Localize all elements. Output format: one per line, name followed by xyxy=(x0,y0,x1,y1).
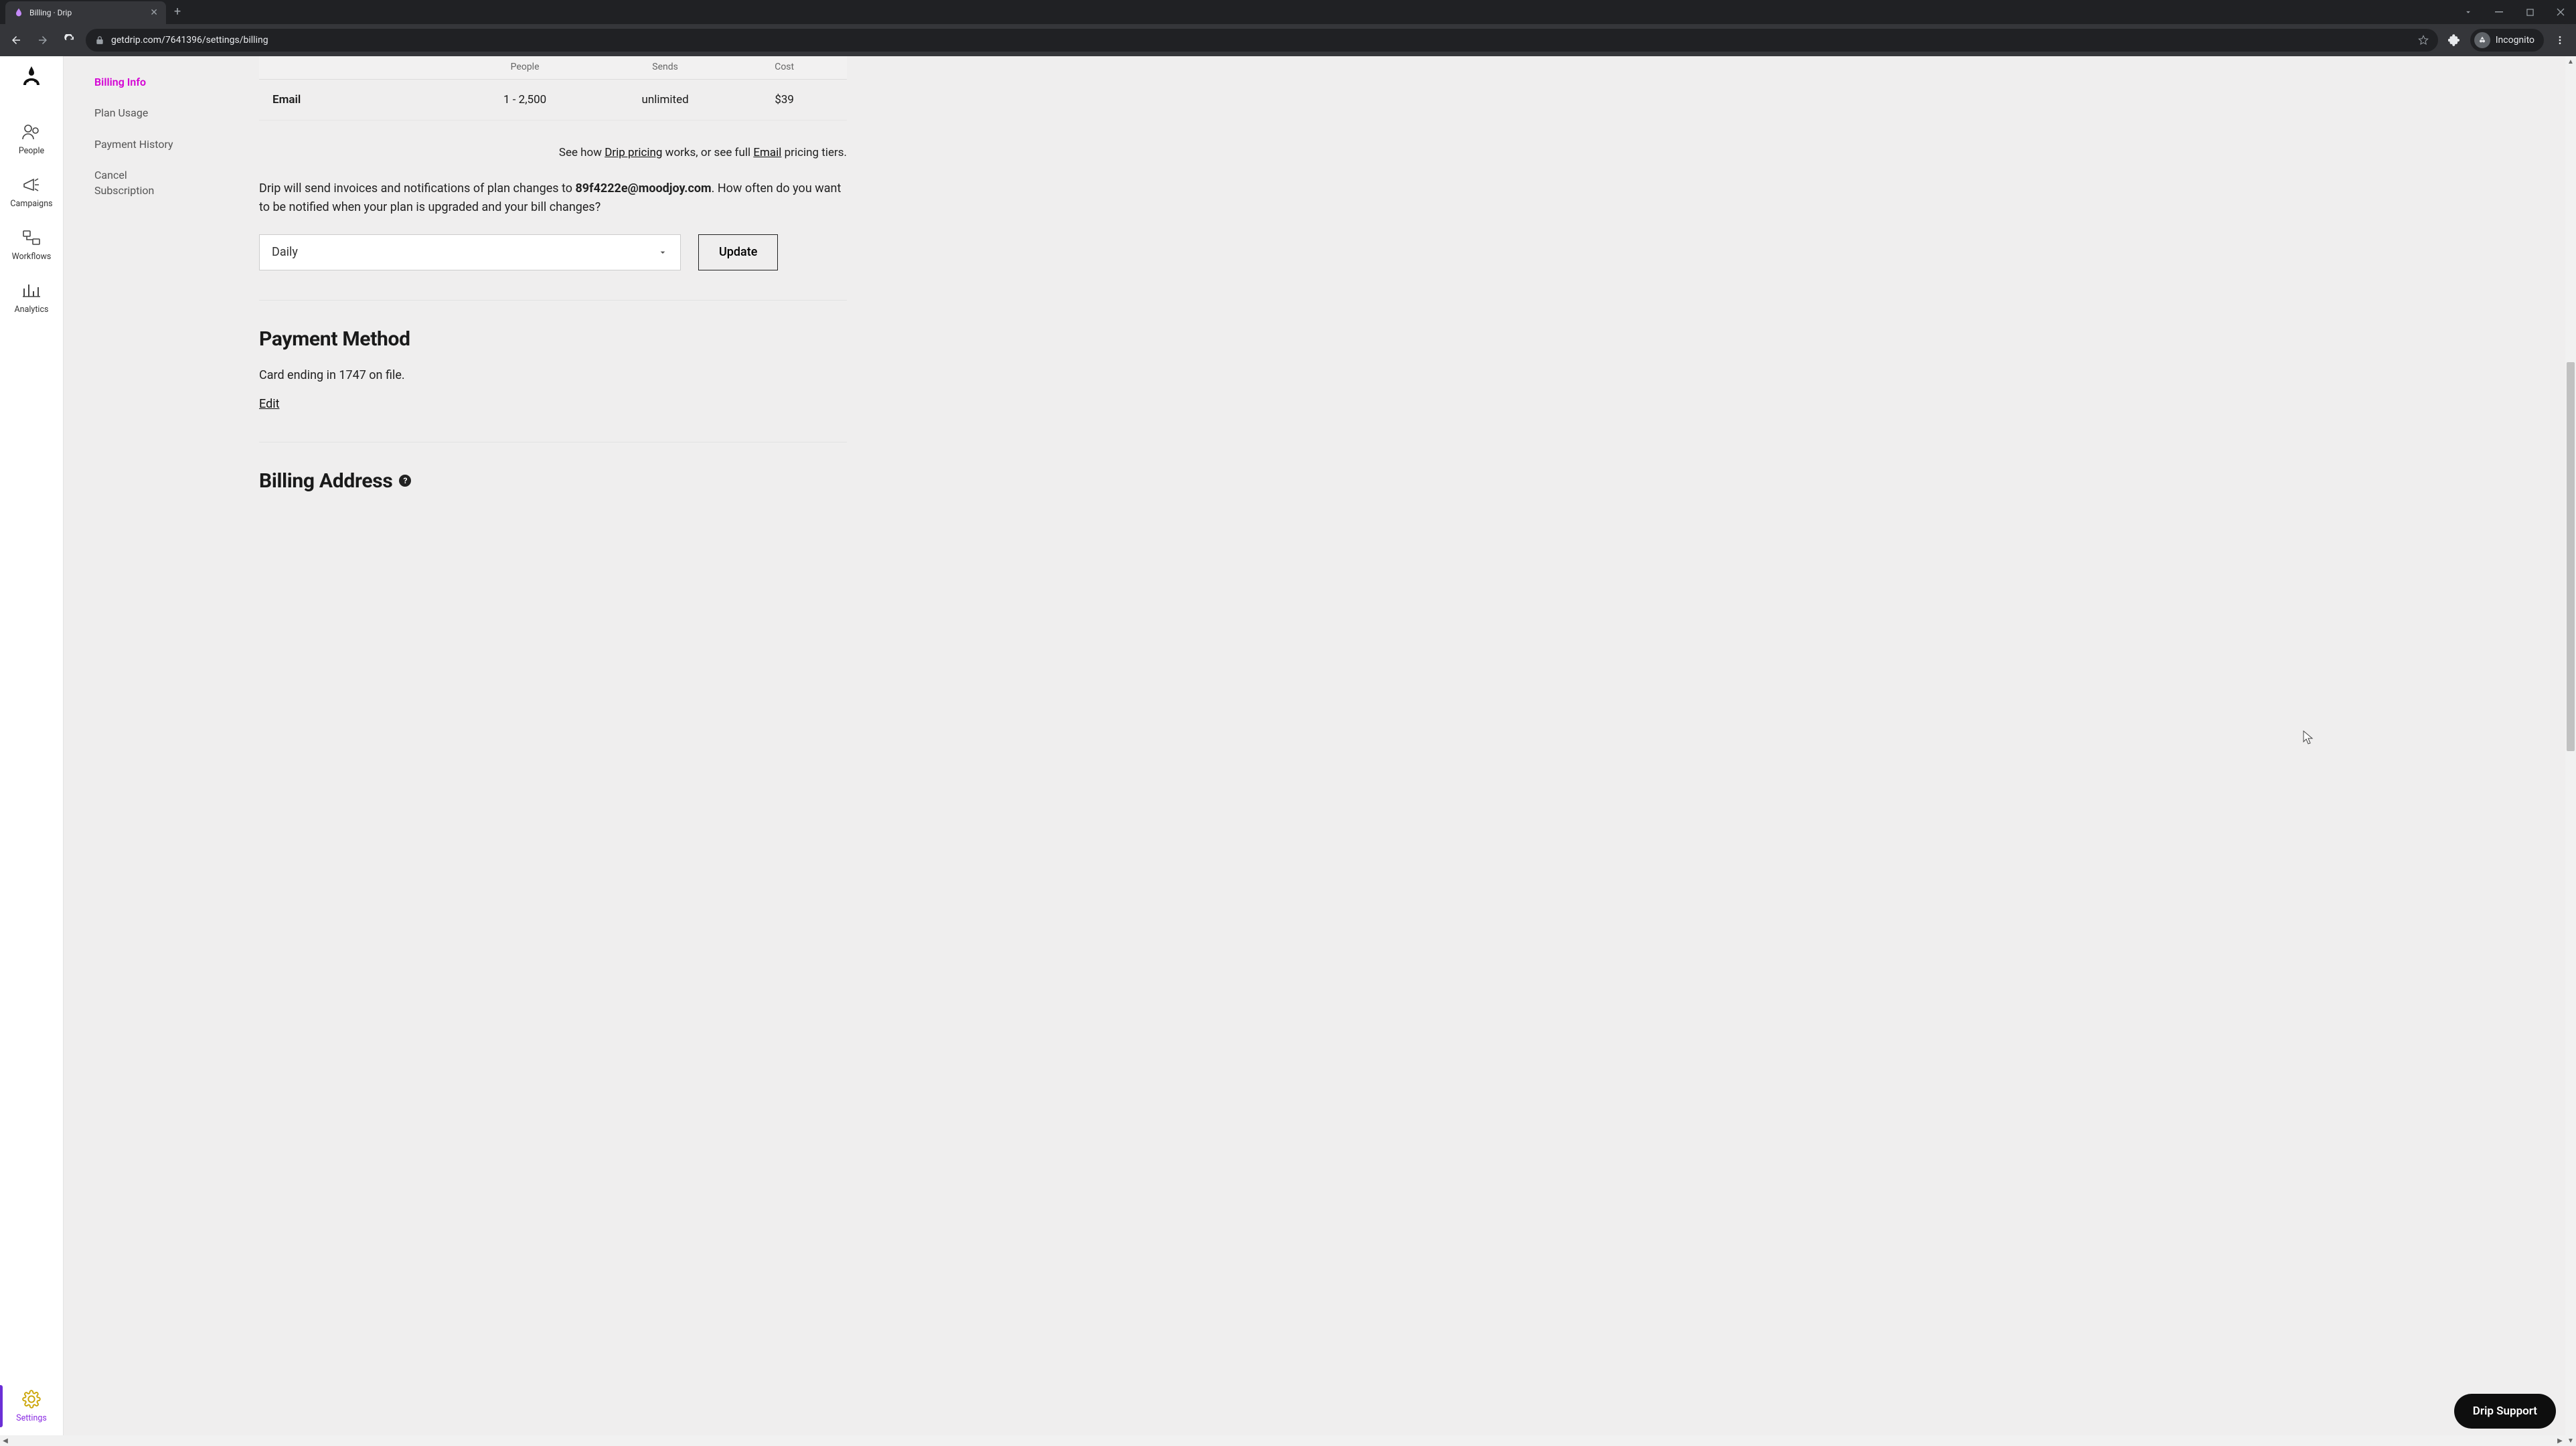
sidebar-item-label: Analytics xyxy=(15,305,49,315)
reload-button[interactable] xyxy=(59,29,80,51)
drip-support-button[interactable]: Drip Support xyxy=(2454,1394,2556,1429)
billing-address-heading: Billing Address xyxy=(259,469,392,493)
invoice-email: 89f4222e@moodjoy.com xyxy=(575,181,711,195)
subnav-billing-info[interactable]: Billing Info xyxy=(94,75,180,90)
incognito-badge[interactable]: Incognito xyxy=(2470,29,2544,52)
menu-icon[interactable] xyxy=(2549,29,2571,51)
edit-payment-link[interactable]: Edit xyxy=(259,397,279,411)
minimize-icon[interactable] xyxy=(2484,0,2514,24)
browser-tab-bar: Billing · Drip ✕ + xyxy=(0,0,2576,24)
browser-tab[interactable]: Billing · Drip ✕ xyxy=(5,1,166,24)
drip-pricing-link[interactable]: Drip pricing xyxy=(605,146,662,159)
url-text: getdrip.com/7641396/settings/billing xyxy=(111,35,2411,46)
card-on-file-text: Card ending in 1747 on file. xyxy=(259,368,847,382)
browser-toolbar: getdrip.com/7641396/settings/billing Inc… xyxy=(0,24,2576,56)
tab-search-icon[interactable] xyxy=(2453,0,2484,24)
pricing-note: See how Drip pricing works, or see full … xyxy=(259,146,847,159)
extensions-icon[interactable] xyxy=(2443,29,2465,51)
people-icon xyxy=(21,122,42,142)
frequency-row: Daily Update xyxy=(259,234,847,270)
pricing-note-pre: See how xyxy=(559,146,605,159)
scrollbar-thumb[interactable] xyxy=(2567,362,2575,751)
help-icon[interactable]: ? xyxy=(399,475,411,487)
megaphone-icon xyxy=(21,175,42,195)
incognito-icon xyxy=(2474,32,2490,48)
scroll-left-arrow[interactable]: ◀ xyxy=(0,1435,11,1446)
close-tab-icon[interactable]: ✕ xyxy=(150,7,158,18)
sidebar-item-label: Campaigns xyxy=(10,199,52,209)
td-sends: unlimited xyxy=(595,93,736,106)
sidebar-item-label: Workflows xyxy=(12,252,52,262)
sidebar-item-label: Settings xyxy=(16,1413,47,1423)
invoice-notification-text: Drip will send invoices and notification… xyxy=(259,179,847,217)
gear-icon xyxy=(21,1389,42,1409)
th-blank xyxy=(272,62,455,72)
lock-icon xyxy=(95,35,104,45)
page-viewport: People Campaigns Workflows Analytics Set… xyxy=(0,56,2576,1446)
sidebar-item-label: People xyxy=(19,146,44,156)
subnav-cancel-subscription[interactable]: Cancel Subscription xyxy=(94,168,180,198)
main-content: People Sends Cost Email 1 - 2,500 unlimi… xyxy=(211,56,887,1446)
app-sidebar: People Campaigns Workflows Analytics Set… xyxy=(0,56,64,1446)
billing-address-header: Billing Address ? xyxy=(259,469,847,493)
incognito-label: Incognito xyxy=(2496,35,2534,46)
sidebar-item-workflows[interactable]: Workflows xyxy=(0,218,63,271)
th-people: People xyxy=(455,62,595,72)
settings-subnav: Billing Info Plan Usage Payment History … xyxy=(64,56,211,1446)
analytics-icon xyxy=(21,280,42,301)
forward-button[interactable] xyxy=(32,29,54,51)
chevron-down-icon xyxy=(657,247,668,258)
td-people: 1 - 2,500 xyxy=(455,93,595,106)
back-button[interactable] xyxy=(5,29,27,51)
divider xyxy=(259,442,847,443)
sidebar-item-campaigns[interactable]: Campaigns xyxy=(0,165,63,218)
scroll-right-arrow[interactable]: ▶ xyxy=(2555,1435,2565,1446)
frequency-select[interactable]: Daily xyxy=(259,234,681,270)
window-controls xyxy=(2453,0,2576,24)
new-tab-button[interactable]: + xyxy=(166,0,189,24)
td-plan: Email xyxy=(272,93,455,106)
th-sends: Sends xyxy=(595,62,736,72)
vertical-scrollbar[interactable]: ▲ ▼ xyxy=(2565,56,2576,1446)
bookmark-icon[interactable] xyxy=(2418,35,2429,46)
address-bar[interactable]: getdrip.com/7641396/settings/billing xyxy=(86,29,2438,52)
mouse-cursor xyxy=(2303,730,2314,745)
td-cost: $39 xyxy=(735,93,833,106)
maximize-icon[interactable] xyxy=(2514,0,2545,24)
drip-favicon xyxy=(13,7,24,18)
close-window-icon[interactable] xyxy=(2545,0,2576,24)
pricing-note-post: pricing tiers. xyxy=(781,146,847,159)
th-cost: Cost xyxy=(735,62,833,72)
sidebar-item-settings[interactable]: Settings xyxy=(0,1380,63,1433)
horizontal-scrollbar[interactable]: ◀ ▶ xyxy=(0,1435,2565,1446)
payment-method-heading: Payment Method xyxy=(259,327,847,351)
subnav-payment-history[interactable]: Payment History xyxy=(94,137,180,152)
pricing-note-mid: works, or see full xyxy=(662,146,753,159)
scroll-up-arrow[interactable]: ▲ xyxy=(2565,56,2576,67)
workflows-icon xyxy=(21,228,42,248)
update-button[interactable]: Update xyxy=(698,234,778,270)
frequency-value: Daily xyxy=(272,245,298,259)
plan-table-header: People Sends Cost xyxy=(259,56,847,80)
plan-table-row: Email 1 - 2,500 unlimited $39 xyxy=(259,80,847,120)
scroll-down-arrow[interactable]: ▼ xyxy=(2565,1435,2576,1446)
subnav-plan-usage[interactable]: Plan Usage xyxy=(94,106,180,120)
tab-title: Billing · Drip xyxy=(29,8,145,17)
plan-table: People Sends Cost Email 1 - 2,500 unlimi… xyxy=(259,56,847,120)
email-pricing-link[interactable]: Email xyxy=(753,146,781,159)
sidebar-item-analytics[interactable]: Analytics xyxy=(0,271,63,324)
drip-logo[interactable] xyxy=(18,66,45,92)
divider xyxy=(259,300,847,301)
invoice-pre: Drip will send invoices and notification… xyxy=(259,181,575,195)
sidebar-item-people[interactable]: People xyxy=(0,112,63,165)
